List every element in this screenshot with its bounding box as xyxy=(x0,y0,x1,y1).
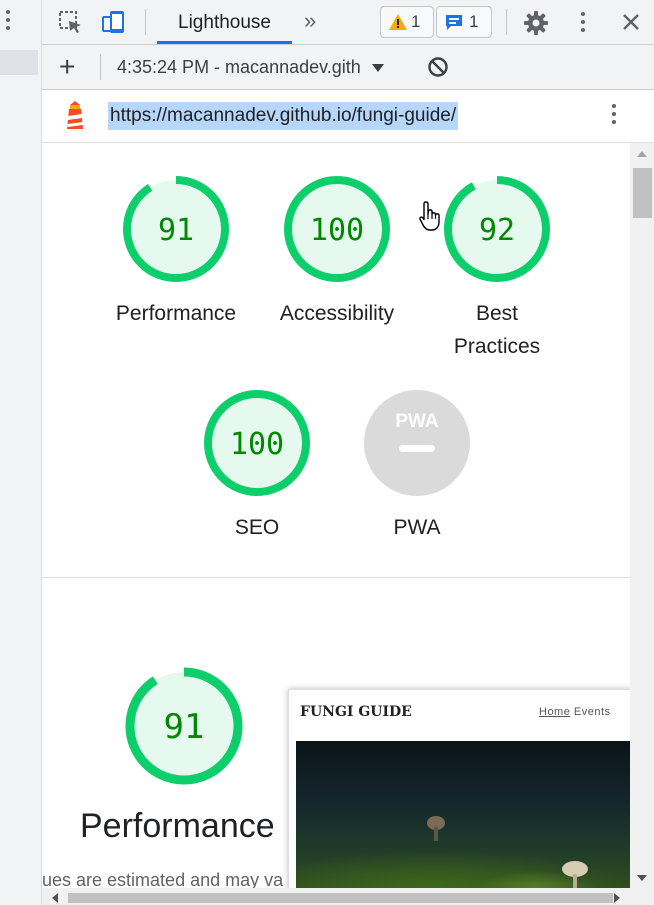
close-icon[interactable] xyxy=(621,12,641,32)
gauge-label-best: Best xyxy=(475,302,519,325)
report-url[interactable]: https://macannadev.github.io/fungi-guide… xyxy=(108,102,459,130)
performance-gauge-ring: 91 xyxy=(123,176,229,282)
page-screenshot-preview: FUNGI GUIDE Home Events xyxy=(288,689,632,891)
scroll-left-arrow-icon[interactable] xyxy=(52,893,58,903)
preview-nav-events: Events xyxy=(573,706,611,718)
device-toolbar-icon[interactable] xyxy=(100,8,128,36)
best-practices-score: 92 xyxy=(479,213,515,248)
preview-hero-image xyxy=(296,741,631,890)
new-report-button[interactable]: + xyxy=(59,51,75,83)
seo-gauge-ring: 100 xyxy=(204,390,310,496)
best-practices-gauge-ring: 92 xyxy=(444,176,550,282)
inspect-element-icon[interactable] xyxy=(58,10,84,36)
devtools-tab-bar: Lighthouse » 1 1 xyxy=(42,0,654,45)
preview-logo: FUNGI GUIDE xyxy=(300,704,412,720)
gauge-label-practices: Practices xyxy=(453,335,541,358)
toolbar-separator xyxy=(506,9,507,35)
accessibility-score: 100 xyxy=(310,213,364,248)
page-menu-kebab-icon[interactable] xyxy=(6,10,10,34)
message-icon xyxy=(446,15,462,30)
gear-icon[interactable] xyxy=(523,10,549,36)
chevron-down-icon xyxy=(371,64,384,73)
vertical-scrollbar-thumb[interactable] xyxy=(633,168,652,218)
gauge-best-practices[interactable]: 92 xyxy=(443,175,551,288)
report-select[interactable]: 4:35:24 PM - macannadev.gith xyxy=(117,45,384,89)
gauge-seo[interactable]: 100 xyxy=(203,389,311,502)
report-menu-kebab-icon[interactable] xyxy=(612,104,616,128)
scroll-right-arrow-icon[interactable] xyxy=(614,893,620,903)
messages-badge[interactable]: 1 xyxy=(436,6,492,38)
selected-row xyxy=(0,50,38,75)
horizontal-scrollbar-thumb[interactable] xyxy=(68,893,613,903)
preview-nav-home: Home xyxy=(539,706,571,718)
gauge-accessibility[interactable]: 100 xyxy=(283,175,391,288)
pwa-badge-icon: PWA xyxy=(364,390,470,496)
hand-cursor-icon xyxy=(418,200,444,232)
active-tab-indicator xyxy=(157,41,292,44)
gauge-pwa[interactable]: PWA xyxy=(363,389,471,502)
warning-icon xyxy=(389,14,407,30)
performance-section-score: 91 xyxy=(164,707,205,747)
warnings-count: 1 xyxy=(411,12,421,31)
seo-score: 100 xyxy=(230,427,284,462)
gauge-label-seo: SEO xyxy=(234,516,280,539)
tab-lighthouse[interactable]: Lighthouse xyxy=(157,0,292,44)
scroll-down-arrow-icon[interactable] xyxy=(637,875,647,881)
toolbar-separator xyxy=(145,9,146,35)
performance-score: 91 xyxy=(158,213,194,248)
performance-section-gauge[interactable]: 91 xyxy=(124,666,244,791)
lighthouse-logo-icon xyxy=(64,101,86,131)
messages-count: 1 xyxy=(469,12,479,31)
report-select-value: 4:35:24 PM - macannadev.gith xyxy=(117,57,361,77)
pwa-badge-text: PWA xyxy=(395,411,439,432)
gauge-label-accessibility: Accessibility xyxy=(279,302,395,325)
gauge-label-performance: Performance xyxy=(115,302,237,325)
section-divider xyxy=(42,577,630,578)
clear-all-icon[interactable] xyxy=(427,56,449,78)
performance-section-title: Performance xyxy=(80,807,275,845)
accessibility-gauge-ring: 100 xyxy=(284,176,390,282)
mushroom-image xyxy=(427,816,445,841)
gauge-label-best-practices: Best Practices xyxy=(417,297,577,363)
warnings-badge[interactable]: 1 xyxy=(380,6,434,38)
gauge-performance[interactable]: 91 xyxy=(122,175,230,288)
report-url-bar: https://macannadev.github.io/fungi-guide… xyxy=(42,90,654,143)
lighthouse-toolbar: + 4:35:24 PM - macannadev.gith xyxy=(42,45,654,90)
gauge-label-pwa: PWA xyxy=(393,516,441,539)
page-side-strip xyxy=(0,0,42,905)
scroll-up-arrow-icon[interactable] xyxy=(637,151,647,157)
performance-section-gauge-ring: 91 xyxy=(125,667,243,785)
toolbar-separator xyxy=(100,54,101,80)
mushroom-image xyxy=(562,861,588,888)
preview-nav: Home Events xyxy=(539,706,611,718)
more-options-kebab-icon[interactable] xyxy=(581,12,585,36)
vertical-scrollbar[interactable] xyxy=(630,143,654,888)
more-tabs-icon[interactable]: » xyxy=(304,8,316,34)
